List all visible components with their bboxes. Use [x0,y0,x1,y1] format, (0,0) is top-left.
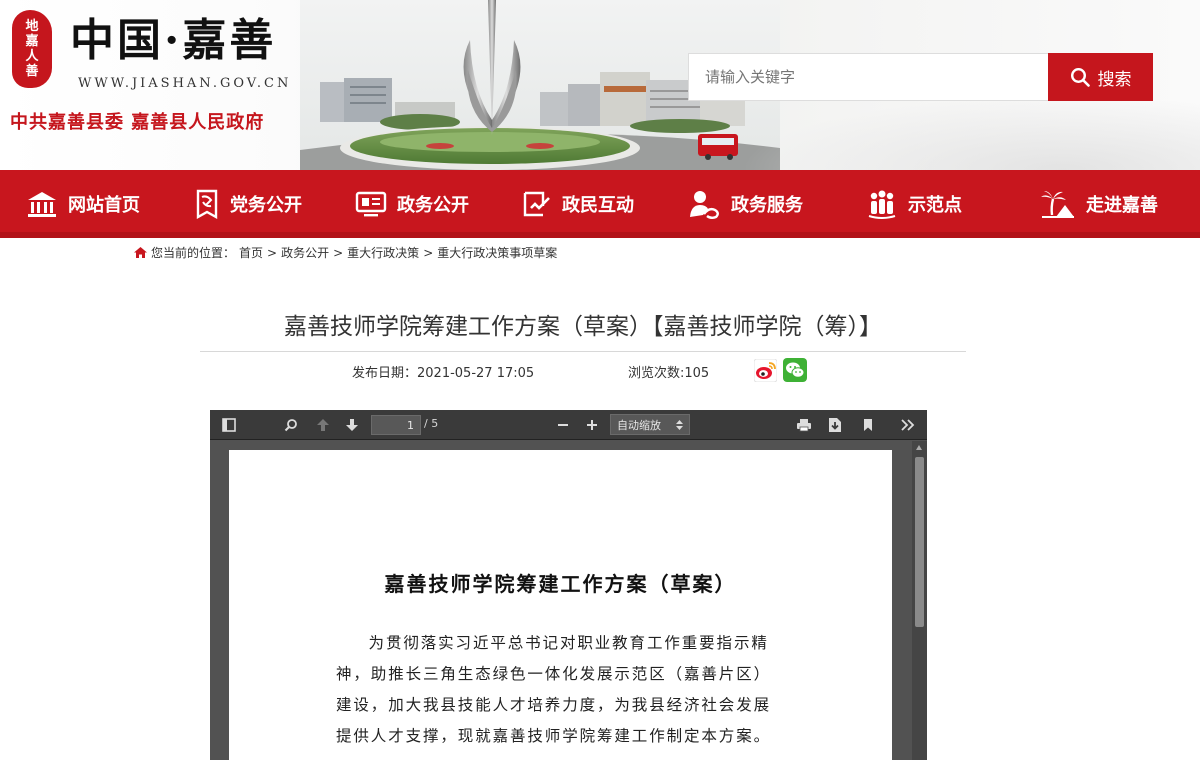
previous-page-button[interactable] [312,410,334,440]
breadcrumb-separator: > [423,245,434,260]
breadcrumb-link-draft[interactable]: 重大行政决策事项草案 [437,244,557,261]
search-button-label: 搜索 [1097,69,1132,90]
sidebar-toggle-button[interactable] [218,410,240,440]
breadcrumb-prefix: 您当前的位置： [151,246,236,260]
monitor-icon [355,191,387,217]
publish-date: 发布日期：2021-05-27 17:05 [352,362,534,381]
search-icon [1070,67,1090,87]
arrow-up-icon [317,419,329,431]
title-divider [200,351,966,352]
zoom-value: 自动缩放 [617,418,661,432]
breadcrumb-link-decision[interactable]: 重大行政决策 [347,244,419,261]
home-small-icon [134,247,147,258]
plus-icon [587,420,597,430]
select-arrows-icon [676,419,683,430]
next-page-button[interactable] [341,410,363,440]
breadcrumb-link-government[interactable]: 政务公开 [281,244,329,261]
nav-item-jiashan[interactable]: 走进嘉善 [998,170,1200,238]
nav-item-government[interactable]: 政务公开 [330,170,494,238]
more-tools-button[interactable] [897,410,919,440]
download-button[interactable] [824,410,846,440]
printer-icon [797,419,811,432]
pdf-scrollbar-thumb[interactable] [915,457,924,627]
breadcrumb: 您当前的位置： 首页 > 政务公开 > 重大行政决策 > 重大行政决策事项草案 [134,244,557,261]
view-count: 浏览次数:105 [628,362,709,381]
pdf-page: 嘉善技师学院筹建工作方案（草案） 为贯彻落实习近平总书记对职业教育工作重要指示精… [229,450,892,760]
breadcrumb-separator: > [267,245,278,260]
nav-item-service[interactable]: 政务服务 [662,170,830,238]
header-mist [740,95,1200,170]
document-paragraph: 为贯彻落实习近平总书记对职业教育工作重要指示精神，助推长三角生态绿色一体化发展示… [336,634,772,745]
service-icon [690,191,719,219]
find-button[interactable] [280,410,302,440]
publish-date-value: 2021-05-27 17:05 [417,366,535,381]
interaction-icon [523,191,550,217]
seal-char: 地 [25,19,39,34]
pdf-toolbar: / 5 自动缩放 [210,410,927,440]
nav-label: 网站首页 [68,195,140,216]
pdf-scrollbar[interactable] [912,441,927,760]
breadcrumb-separator: > [333,245,344,260]
nav-item-home[interactable]: 网站首页 [0,170,166,238]
page-count: / 5 [424,417,439,430]
nav-label: 政民互动 [562,195,634,216]
main-nav: 网站首页 党务公开 政务公开 政民互动 政务服务 示范点 走进嘉善 [0,170,1200,238]
seal-char: 嘉 [25,34,39,49]
document-title: 嘉善技师学院筹建工作方案（草案） [384,572,737,596]
sidebar-icon [222,418,236,432]
arrow-down-icon [346,419,358,431]
double-chevron-right-icon [901,419,915,431]
weibo-share-icon[interactable] [754,359,777,382]
seal-char: 人 [25,49,39,64]
view-count-label: 浏览次数: [628,366,685,381]
nav-item-party[interactable]: 党务公开 [166,170,330,238]
people-icon [868,190,896,219]
bookmark-icon [864,419,872,431]
pdf-viewer: / 5 自动缩放 [210,410,927,760]
view-count-value: 105 [684,366,710,381]
palm-icon [1041,191,1074,218]
minus-icon [558,424,568,426]
publish-date-label: 发布日期： [352,366,418,381]
nav-label: 党务公开 [230,195,302,216]
bookmark-button[interactable] [857,410,879,440]
site-subtitle: 中共嘉善县委 嘉善县人民政府 [10,112,265,133]
search-icon [284,419,297,432]
nav-label: 走进嘉善 [1086,195,1158,216]
site-logo-title[interactable]: 中国·嘉善 [70,4,276,68]
nav-label: 示范点 [908,195,962,216]
party-icon [196,189,218,219]
article-title: 嘉善技师学院筹建工作方案（草案）【嘉善技师学院（筹）】 [284,314,882,340]
nav-item-demonstration[interactable]: 示范点 [830,170,998,238]
nav-label: 政务服务 [731,195,803,216]
seal-char: 善 [25,64,39,79]
zoom-select[interactable]: 自动缩放 [610,414,690,435]
seal-logo: 地 嘉 人 善 [12,10,52,88]
site-header: 地 嘉 人 善 中国·嘉善 WWW.JIASHAN.GOV.CN 中共嘉善县委 … [0,0,1200,170]
download-icon [829,418,841,432]
zoom-in-button[interactable] [582,410,602,440]
scroll-up-arrow-icon[interactable] [916,445,922,450]
print-button[interactable] [793,410,815,440]
breadcrumb-link-home[interactable]: 首页 [239,244,263,261]
home-icon [28,192,56,217]
nav-item-interaction[interactable]: 政民互动 [494,170,662,238]
nav-label: 政务公开 [397,195,469,216]
search-input[interactable] [688,53,1048,101]
site-url: WWW.JIASHAN.GOV.CN [78,76,292,91]
zoom-out-button[interactable] [553,410,573,440]
wechat-share-icon[interactable] [783,358,807,382]
search-button[interactable]: 搜索 [1048,53,1153,101]
page-number-input[interactable] [371,415,421,435]
